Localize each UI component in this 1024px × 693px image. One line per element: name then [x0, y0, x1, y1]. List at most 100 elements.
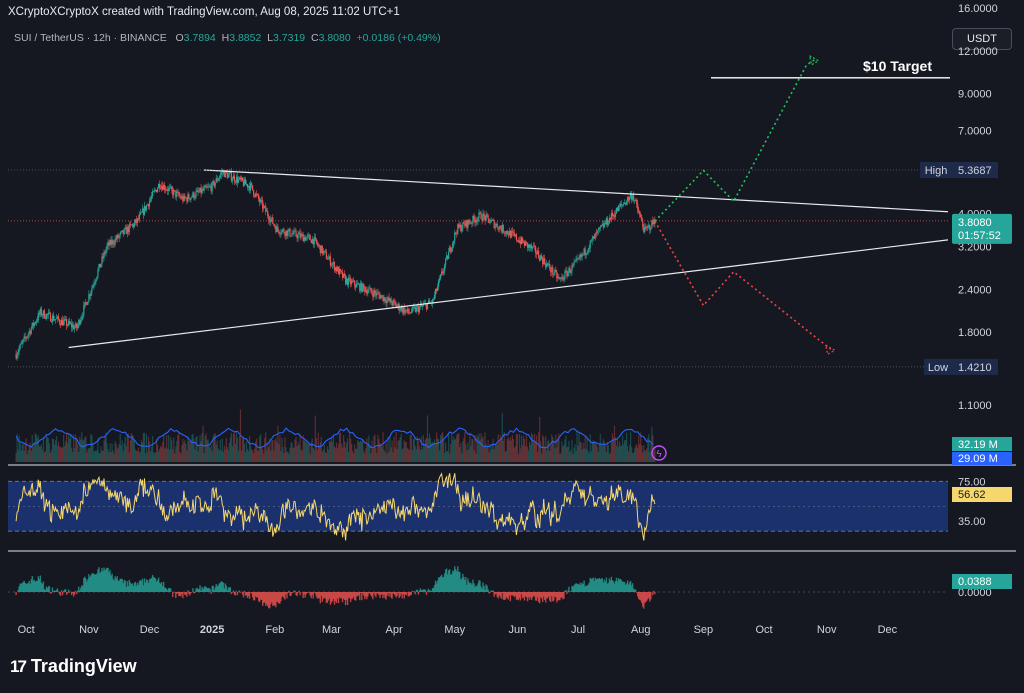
candle-body	[354, 280, 356, 286]
macd-bar	[232, 590, 235, 592]
candle-body	[564, 271, 566, 279]
candle-body	[77, 324, 79, 329]
candle-body	[219, 174, 221, 178]
candle-body	[324, 250, 326, 252]
candle-body	[516, 240, 519, 241]
candle-body	[418, 306, 420, 313]
candle-body	[572, 264, 574, 266]
time-axis-tick-14: Dec	[878, 624, 898, 636]
tradingview-logo[interactable]: 17 TradingView	[10, 656, 137, 677]
candle-body	[444, 264, 446, 271]
price-axis-tick-6: 2.4000	[958, 284, 992, 296]
candle-body	[534, 245, 536, 247]
candle-body	[119, 232, 121, 236]
candle-body	[26, 336, 28, 338]
candle-body	[371, 291, 373, 294]
candle-body	[40, 308, 42, 316]
macd-bar	[287, 592, 289, 594]
candle-body	[81, 316, 83, 320]
candle-body	[607, 223, 609, 225]
price-axis-tick-7: 1.8000	[958, 327, 992, 339]
candle-body	[171, 186, 173, 190]
macd-bar	[170, 588, 172, 592]
candle-body	[433, 294, 436, 300]
macd-bar	[413, 591, 416, 592]
macd-bar	[417, 592, 420, 595]
candle-body	[461, 228, 463, 232]
candle-body	[437, 280, 440, 287]
candle-body	[54, 319, 57, 320]
candle-body	[148, 200, 151, 207]
candle-body	[129, 223, 131, 225]
candle-body	[105, 249, 107, 254]
macd-bar	[306, 592, 308, 594]
candle-body	[426, 303, 429, 310]
candle-body	[409, 312, 411, 314]
candle-body	[24, 336, 26, 338]
candle-body	[22, 339, 24, 343]
macd-bar	[210, 592, 212, 594]
candle-body	[16, 354, 18, 359]
time-axis-tick-0: Oct	[18, 624, 35, 636]
candle-body	[506, 230, 508, 234]
candle-body	[253, 190, 255, 196]
candle-body	[20, 343, 22, 345]
candle-body	[17, 352, 19, 355]
candle-body	[614, 213, 617, 217]
macd-bar	[568, 586, 570, 592]
candle-body	[384, 297, 386, 302]
macd-bar	[487, 589, 489, 592]
macd-bar	[405, 592, 407, 596]
candle-body	[252, 185, 254, 191]
candle-body	[558, 276, 560, 278]
candle-body	[227, 173, 229, 178]
candle-body	[574, 260, 576, 263]
candle-body	[112, 240, 114, 245]
candle-body	[625, 201, 628, 205]
macd-bar	[294, 590, 296, 592]
candle-body	[244, 179, 247, 185]
candle-body	[283, 229, 285, 233]
candle-body	[280, 233, 282, 235]
macd-bar	[652, 592, 654, 596]
chart-canvas[interactable]: 16.000012.00009.00007.00004.00003.20002.…	[0, 0, 1024, 647]
candle-body	[575, 259, 577, 261]
candle-body	[443, 270, 445, 274]
candle-body	[480, 212, 482, 219]
candle-body	[586, 252, 588, 254]
indicator-flash-icon-glyph: ϟ	[656, 449, 662, 460]
candle-body	[638, 209, 640, 214]
bearish-projection-path	[654, 220, 832, 350]
macd-bar	[229, 587, 232, 592]
time-axis-tick-9: Jul	[571, 624, 585, 636]
macd-bar	[292, 592, 294, 593]
candle-body	[19, 344, 21, 349]
candle-body	[36, 320, 38, 322]
macd-bar	[182, 592, 184, 599]
candle-body	[82, 315, 84, 317]
macd-bar	[61, 592, 64, 596]
macd-bar	[187, 590, 189, 592]
time-axis-tick-4: Feb	[265, 624, 284, 636]
candle-body	[390, 298, 392, 304]
candle-body	[30, 328, 32, 334]
candle-body	[190, 197, 192, 200]
candle-body	[588, 247, 590, 251]
candle-body	[368, 288, 370, 292]
candle-body	[633, 195, 635, 201]
macd-bar	[68, 592, 71, 593]
candle-body	[367, 291, 369, 294]
candle-body	[541, 255, 543, 259]
candle-body	[120, 231, 122, 233]
macd-bar	[186, 592, 188, 597]
time-axis-tick-2: Dec	[140, 624, 160, 636]
candle-body	[399, 309, 401, 311]
candle-body	[525, 241, 528, 243]
candle-body	[92, 285, 94, 288]
macd-bar	[361, 592, 363, 601]
candle-body	[156, 188, 159, 193]
candle-body	[451, 248, 453, 252]
candle-body	[58, 319, 61, 324]
candle-body	[496, 223, 498, 228]
candle-body	[438, 278, 441, 281]
